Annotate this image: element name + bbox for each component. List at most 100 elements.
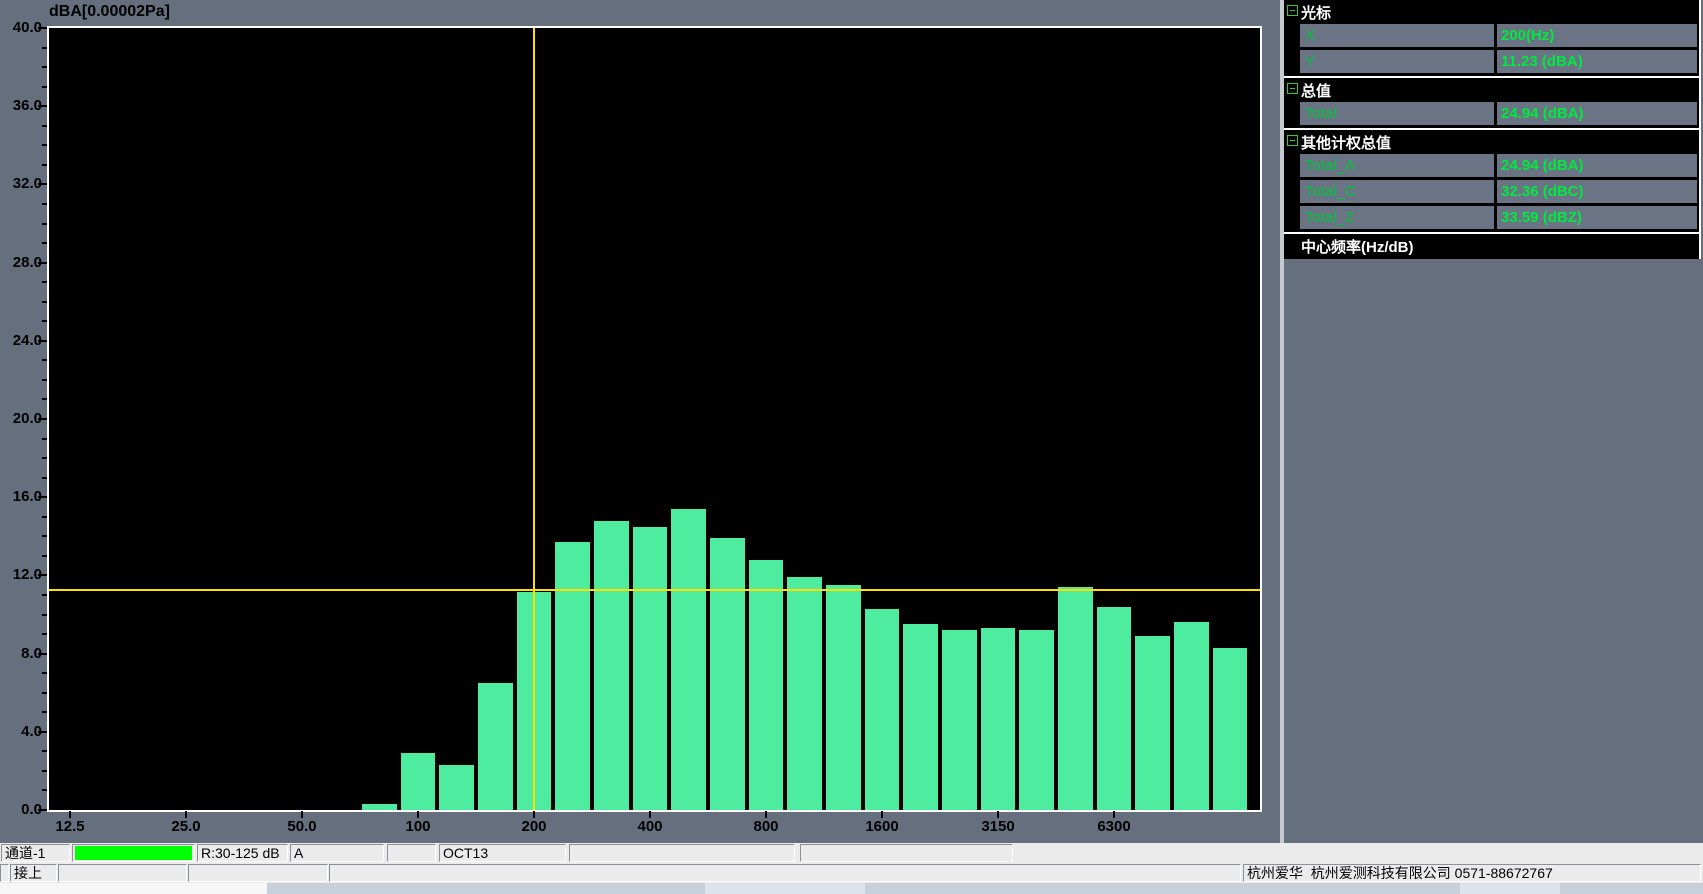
spectrum-bar[interactable] bbox=[360, 802, 399, 810]
spectrum-bar[interactable] bbox=[824, 583, 863, 810]
y-tick bbox=[42, 633, 47, 635]
x-tick-label: 6300 bbox=[1079, 818, 1149, 835]
y-tick bbox=[42, 516, 47, 518]
spectrum-bar[interactable] bbox=[437, 763, 476, 810]
y-tick bbox=[42, 223, 47, 225]
x-tick bbox=[881, 811, 883, 818]
spectrum-bar[interactable] bbox=[940, 628, 979, 810]
x-tick-label: 1600 bbox=[847, 818, 917, 835]
panel-section-title: 其他计权总值 bbox=[1301, 132, 1391, 153]
panel-row[interactable]: Total_Z33.59 (dBZ) bbox=[1284, 206, 1699, 229]
statusbar-cell bbox=[0, 864, 9, 882]
y-tick bbox=[42, 242, 47, 244]
y-tick bbox=[42, 535, 47, 537]
y-tick bbox=[42, 750, 47, 752]
taskbar-strip bbox=[0, 883, 1703, 894]
statusbar-cell: OCT13 bbox=[439, 844, 566, 862]
y-tick-label: 36.0 bbox=[0, 97, 42, 115]
y-tick bbox=[42, 281, 47, 283]
taskbar-strip-left bbox=[0, 883, 267, 894]
panel-section-header[interactable]: 其他计权总值 bbox=[1284, 130, 1699, 152]
spectrum-bar[interactable] bbox=[553, 540, 592, 810]
spectrum-bar[interactable] bbox=[631, 525, 670, 810]
collapse-icon[interactable] bbox=[1287, 83, 1298, 94]
panel-section-header[interactable]: 中心频率(Hz/dB) bbox=[1284, 234, 1699, 256]
taskbar-strip-patch bbox=[1460, 883, 1560, 894]
panel-section-title: 中心频率(Hz/dB) bbox=[1301, 236, 1414, 257]
panel-section-header[interactable]: 总值 bbox=[1284, 78, 1699, 100]
panel-row-value: 200(Hz) bbox=[1497, 24, 1697, 47]
y-tick-label: 12.0 bbox=[0, 566, 42, 584]
statusbar-cell: R:30-125 dB bbox=[197, 844, 288, 862]
y-tick-label: 24.0 bbox=[0, 332, 42, 350]
statusbar-cell: 通道-1 bbox=[1, 844, 70, 862]
spectrum-bar[interactable] bbox=[1056, 585, 1095, 810]
collapse-icon[interactable] bbox=[1287, 135, 1298, 146]
y-tick bbox=[42, 301, 47, 303]
x-tick-label: 3150 bbox=[963, 818, 1033, 835]
spectrum-bar[interactable] bbox=[785, 575, 824, 810]
statusbar-cell bbox=[800, 844, 1013, 862]
spectrum-bar[interactable] bbox=[669, 507, 708, 810]
panel-section-header[interactable]: 光标 bbox=[1284, 0, 1699, 22]
y-tick-label: 4.0 bbox=[0, 723, 42, 741]
y-tick bbox=[42, 555, 47, 557]
x-tick bbox=[649, 811, 651, 818]
spectrum-bar[interactable] bbox=[979, 626, 1018, 810]
statusbar-row1: 通道-1 R:30-125 dBA OCT13 bbox=[0, 843, 1703, 863]
cursor-vertical-line[interactable] bbox=[533, 28, 535, 810]
statusbar-cell: A bbox=[290, 844, 384, 862]
panel-row-value: 32.36 (dBC) bbox=[1497, 180, 1697, 203]
y-tick bbox=[42, 672, 47, 674]
spectrum-bar[interactable] bbox=[592, 519, 631, 810]
y-tick bbox=[42, 692, 47, 694]
y-tick bbox=[42, 398, 47, 400]
spectrum-bar[interactable] bbox=[1133, 634, 1172, 810]
spectrum-bar[interactable] bbox=[1172, 620, 1211, 810]
panel-row-label: X bbox=[1300, 24, 1494, 47]
x-tick bbox=[533, 811, 535, 818]
y-tick-label: 28.0 bbox=[0, 254, 42, 272]
panel-row[interactable]: X200(Hz) bbox=[1284, 24, 1699, 47]
collapse-icon[interactable] bbox=[1287, 5, 1298, 16]
panel-row-value: 24.94 (dBA) bbox=[1497, 154, 1697, 177]
panel-row[interactable]: Total_C32.36 (dBC) bbox=[1284, 180, 1699, 203]
statusbar-cell bbox=[387, 844, 436, 862]
x-tick-label: 12.5 bbox=[35, 818, 105, 835]
panel-row[interactable]: Total24.94 (dBA) bbox=[1284, 102, 1699, 125]
y-tick bbox=[42, 359, 47, 361]
y-tick bbox=[42, 320, 47, 322]
y-tick-label: 8.0 bbox=[0, 645, 42, 663]
taskbar-strip-patch bbox=[705, 883, 865, 894]
x-tick-label: 400 bbox=[615, 818, 685, 835]
spectrum-bar[interactable] bbox=[863, 607, 902, 810]
spectrum-bar[interactable] bbox=[708, 536, 747, 810]
spectrum-bar[interactable] bbox=[747, 558, 786, 810]
spectrum-plot-area[interactable] bbox=[47, 26, 1262, 812]
spectrum-bar[interactable] bbox=[1095, 605, 1134, 810]
y-tick bbox=[42, 438, 47, 440]
y-tick-label: 0.0 bbox=[0, 801, 42, 819]
x-tick-label: 800 bbox=[731, 818, 801, 835]
spectrum-bar[interactable] bbox=[399, 751, 438, 810]
y-tick bbox=[42, 477, 47, 479]
cursor-horizontal-line[interactable] bbox=[49, 589, 1260, 591]
statusbar-cell: 杭州爱华 杭州爱测科技有限公司 0571-88672767 bbox=[1243, 864, 1701, 882]
spectrum-bar[interactable] bbox=[476, 681, 515, 810]
spectrum-bar[interactable] bbox=[901, 622, 940, 810]
panel-row[interactable]: Y11.23 (dBA) bbox=[1284, 50, 1699, 73]
spectrum-bar[interactable] bbox=[1211, 646, 1250, 810]
statusbar-cell bbox=[188, 864, 328, 882]
y-tick-label: 16.0 bbox=[0, 488, 42, 506]
panel-row-value: 11.23 (dBA) bbox=[1497, 50, 1697, 73]
y-tick-label: 32.0 bbox=[0, 175, 42, 193]
spectrum-bar[interactable] bbox=[1017, 628, 1056, 810]
statusbar-cell bbox=[329, 864, 1241, 882]
panel-grid: 光标X200(Hz) Y11.23 (dBA) 总值Total24.94 (dBA)… bbox=[1284, 0, 1701, 259]
panel-row[interactable]: Total_A24.94 (dBA) bbox=[1284, 154, 1699, 177]
app-window: dBA[0.00002Pa] 40.036.032.028.024.020.01… bbox=[0, 0, 1703, 894]
panel-row-label: Total_Z bbox=[1300, 206, 1494, 229]
x-tick bbox=[765, 811, 767, 818]
y-tick bbox=[42, 379, 47, 381]
y-tick bbox=[42, 47, 47, 49]
